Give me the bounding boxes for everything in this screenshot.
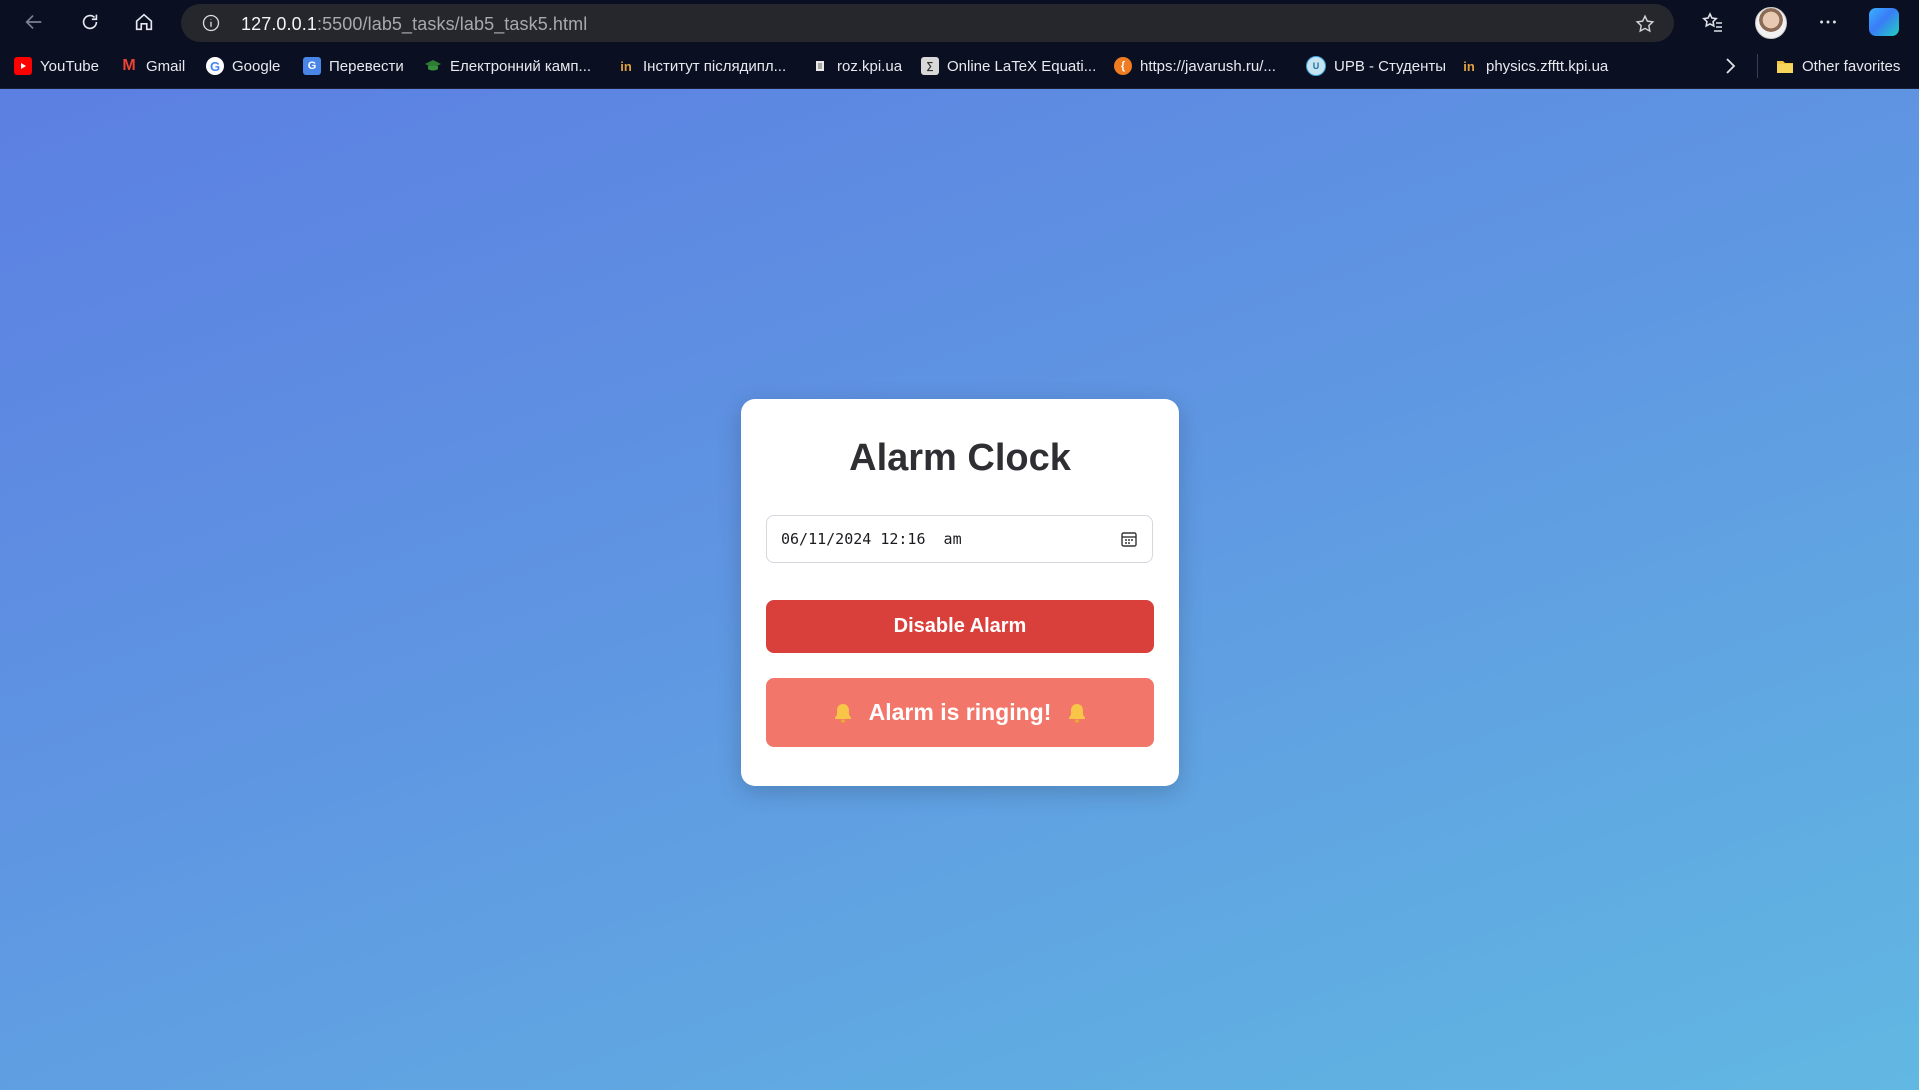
reload-icon [82,14,98,30]
bookmark-label: Перевести [329,57,404,75]
institute-icon: in [620,58,632,74]
bookmark-label: Google [232,57,281,75]
bookmark-translate[interactable]: G Перевести [303,56,404,76]
page-background: Alarm Clock 06/11/2024 12:16 am Disable … [0,89,1919,1090]
home-button[interactable] [127,5,161,39]
calendar-icon[interactable] [1120,530,1138,548]
bookmark-gmail[interactable]: M Gmail [120,56,185,76]
bookmark-physics[interactable]: in physics.zfftt.kpi.ua [1460,56,1608,76]
bookmark-label: Електронний камп... [450,57,592,75]
bookmark-label: UPB - Студенты [1334,57,1447,75]
datetime-input[interactable]: 06/11/2024 12:16 am [766,515,1153,563]
bookmark-label: Інститут післядипл... [643,57,787,75]
reload-button[interactable] [73,5,107,39]
url-text[interactable]: 127.0.0.1:5500/lab5_tasks/lab5_task5.htm… [241,14,587,35]
google-icon: G [206,57,224,75]
back-button[interactable] [17,5,51,39]
copilot-icon[interactable] [1869,8,1899,36]
bookmark-label: YouTube [40,57,99,75]
alarm-ringing-banner: Alarm is ringing! [766,678,1154,747]
url-path: :5500/lab5_tasks/lab5_task5.html [316,14,588,34]
browser-toolbar: 127.0.0.1:5500/lab5_tasks/lab5_task5.htm… [0,0,1919,44]
disable-alarm-button[interactable]: Disable Alarm [766,600,1154,653]
bookmark-roz-kpi[interactable]: roz.kpi.ua [811,56,902,76]
youtube-icon [14,57,32,75]
bell-icon [834,703,851,723]
bookmark-upb[interactable]: U UPB - Студенты [1306,56,1446,76]
url-host: 127.0.0.1 [241,14,317,34]
translate-icon: G [303,57,321,75]
more-menu-button[interactable] [1813,7,1843,37]
other-favorites-label: Other favorites [1802,57,1901,75]
site-info-icon[interactable] [201,13,221,33]
upb-icon: U [1306,56,1326,76]
more-dots-icon [1820,20,1836,24]
document-icon [811,57,829,75]
bookmark-institute[interactable]: in Інститут післядипл... [617,56,786,76]
address-bar[interactable]: 127.0.0.1:5500/lab5_tasks/lab5_task5.htm… [181,4,1674,42]
other-favorites[interactable]: Other favorites [1776,56,1900,76]
graduation-cap-icon [424,57,442,75]
bookmark-label: Gmail [146,57,186,75]
gmail-icon: M [122,57,136,74]
bookmarks-bar: YouTube M Gmail G Google G Перевести Еле… [0,44,1919,89]
bookmark-youtube[interactable]: YouTube [14,56,99,76]
latex-icon: ∑ [921,57,939,75]
profile-avatar[interactable] [1755,7,1787,39]
bell-icon [1069,703,1086,723]
alarm-ringing-text: Alarm is ringing! [868,699,1052,725]
bookmark-label: Online LaTeX Equati... [947,57,1097,75]
bookmark-label: physics.zfftt.kpi.ua [1486,57,1609,75]
home-icon [135,13,153,31]
folder-icon [1776,57,1794,75]
favorites-list-icon [1702,12,1722,32]
bookmarks-divider [1757,54,1758,78]
bookmark-latex[interactable]: ∑ Online LaTeX Equati... [921,56,1096,76]
favorites-button[interactable] [1698,7,1728,37]
bookmark-label: roz.kpi.ua [837,57,903,75]
back-arrow-icon [25,14,42,30]
favorite-star-icon[interactable] [1634,13,1656,35]
bookmark-electronic-campus[interactable]: Електронний камп... [424,56,591,76]
bookmark-javarush[interactable]: { https://javarush.ru/... [1114,56,1276,76]
bookmark-label: https://javarush.ru/... [1140,57,1276,75]
chevron-right-icon[interactable] [1718,54,1742,78]
javarush-icon: { [1114,57,1132,75]
page-title: Alarm Clock [849,437,1071,479]
bookmark-google[interactable]: G Google [206,56,280,76]
alarm-card: Alarm Clock 06/11/2024 12:16 am Disable … [741,399,1179,786]
institute-icon: in [1463,58,1475,74]
datetime-value: 06/11/2024 12:16 am [781,530,962,548]
